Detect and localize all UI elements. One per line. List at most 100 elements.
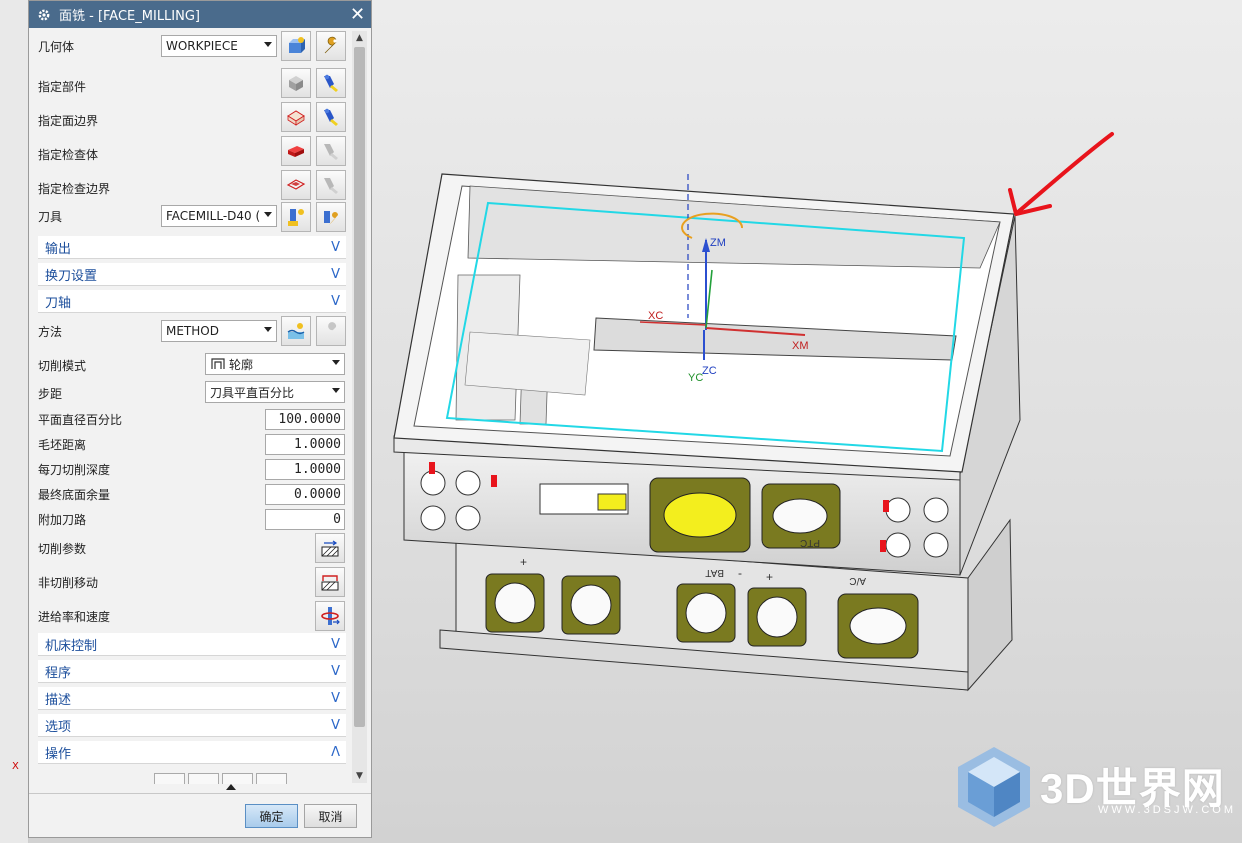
svg-text:+: + bbox=[520, 555, 527, 569]
method-select[interactable]: METHOD bbox=[161, 320, 277, 342]
section-actions-label: 操作 bbox=[45, 746, 72, 762]
tool-select[interactable]: FACEMILL-D40 ( bbox=[161, 205, 277, 227]
display-part-button[interactable] bbox=[316, 68, 346, 98]
blank-distance-input[interactable]: 1.0000 bbox=[265, 434, 345, 455]
chevron-down-icon: V bbox=[331, 637, 340, 652]
chevron-down-icon: V bbox=[331, 718, 340, 733]
dialog-footer: 确定 取消 bbox=[29, 793, 371, 838]
generate-button[interactable] bbox=[154, 773, 185, 784]
svg-text:XC: XC bbox=[648, 310, 663, 322]
scrollbar-thumb[interactable] bbox=[354, 47, 365, 727]
flashlight-icon bbox=[324, 108, 338, 126]
gear-icon bbox=[38, 9, 50, 20]
scroll-down-icon[interactable]: ▼ bbox=[352, 769, 367, 783]
logo-url: WWW.3DSJW.COM bbox=[1098, 804, 1236, 816]
ok-button[interactable]: 确定 bbox=[245, 804, 298, 828]
cut-pattern-value: 轮廓 bbox=[229, 357, 254, 372]
new-method-button[interactable] bbox=[281, 316, 311, 346]
section-options-label: 选项 bbox=[45, 719, 72, 735]
method-new-icon bbox=[287, 323, 305, 339]
stepover-select[interactable]: 刀具平直百分比 bbox=[205, 381, 345, 403]
dialog-scrollbar[interactable]: ▲ ▼ bbox=[352, 31, 367, 783]
graphics-viewport[interactable]: XC XM YC ZC ZM BAT PTC A/C + + - bbox=[372, 0, 1242, 843]
section-output[interactable]: 输出 V bbox=[38, 236, 346, 259]
part-icon bbox=[289, 76, 303, 91]
select-check-body-button[interactable] bbox=[281, 136, 311, 166]
chevron-down-icon: V bbox=[331, 267, 340, 282]
feeds-speeds-button[interactable] bbox=[315, 601, 345, 631]
select-part-button[interactable] bbox=[281, 68, 311, 98]
scroll-up-icon[interactable]: ▲ bbox=[352, 31, 367, 45]
part-label: 指定部件 bbox=[38, 79, 87, 94]
edit-method-button[interactable] bbox=[316, 316, 346, 346]
new-tool-button[interactable] bbox=[281, 202, 311, 232]
tool-new-icon bbox=[288, 209, 304, 226]
svg-text:ZM: ZM bbox=[710, 237, 726, 249]
flashlight-disabled-icon bbox=[324, 178, 338, 194]
tool-label: 刀具 bbox=[38, 209, 63, 224]
chevron-down-icon: V bbox=[331, 691, 340, 706]
stepover-label: 步距 bbox=[38, 386, 63, 401]
chevron-down-icon[interactable] bbox=[332, 388, 340, 393]
dialog-titlebar[interactable]: 面铣 - [FACE_MILLING] ✕ bbox=[29, 1, 371, 28]
final-floor-stock-input[interactable]: 0.0000 bbox=[265, 484, 345, 505]
verify-button[interactable] bbox=[222, 773, 253, 784]
face-boundary-icon bbox=[287, 110, 305, 126]
check-body-icon bbox=[288, 146, 304, 157]
feeds-speeds-icon bbox=[321, 607, 340, 625]
edit-tool-button[interactable] bbox=[316, 202, 346, 232]
display-check-boundary-button[interactable] bbox=[316, 170, 346, 200]
chevron-down-icon: V bbox=[331, 664, 340, 679]
display-check-body-button[interactable] bbox=[316, 136, 346, 166]
geometry-select[interactable]: WORKPIECE bbox=[161, 35, 277, 57]
section-tool-axis[interactable]: 刀轴 V bbox=[38, 290, 346, 313]
section-tool-change[interactable]: 换刀设置 V bbox=[38, 263, 346, 286]
list-button[interactable] bbox=[256, 773, 287, 784]
non-cutting-moves-icon bbox=[321, 575, 339, 591]
depth-per-cut-label: 每刀切削深度 bbox=[38, 462, 111, 477]
select-face-boundary-button[interactable] bbox=[281, 102, 311, 132]
replay-button[interactable] bbox=[188, 773, 219, 784]
depth-per-cut-input[interactable]: 1.0000 bbox=[265, 459, 345, 480]
section-machine-control[interactable]: 机床控制 V bbox=[38, 633, 346, 656]
geometry-label: 几何体 bbox=[38, 39, 75, 54]
annotation-arrow bbox=[1008, 132, 1114, 216]
graphics-left-strip bbox=[0, 0, 29, 843]
flashlight-icon bbox=[324, 74, 338, 92]
face-boundary-label: 指定面边界 bbox=[38, 113, 99, 128]
svg-text:-: - bbox=[738, 566, 742, 580]
section-options[interactable]: 选项 V bbox=[38, 714, 346, 737]
section-description[interactable]: 描述 V bbox=[38, 687, 346, 710]
svg-text:BAT: BAT bbox=[705, 567, 724, 578]
flat-diameter-pct-input[interactable]: 100.0000 bbox=[265, 409, 345, 430]
cutting-params-button[interactable] bbox=[315, 533, 345, 563]
section-program[interactable]: 程序 V bbox=[38, 660, 346, 683]
non-cutting-moves-button[interactable] bbox=[315, 567, 345, 597]
chevron-up-icon: Λ bbox=[331, 745, 340, 760]
display-face-boundary-button[interactable] bbox=[316, 102, 346, 132]
extra-passes-label: 附加刀路 bbox=[38, 512, 87, 527]
section-output-label: 输出 bbox=[45, 241, 72, 257]
section-actions[interactable]: 操作 Λ bbox=[38, 741, 346, 764]
feeds-speeds-label: 进给率和速度 bbox=[38, 609, 111, 624]
flashlight-disabled-icon bbox=[324, 144, 338, 160]
expand-grip-icon[interactable] bbox=[226, 784, 236, 790]
section-description-label: 描述 bbox=[45, 692, 72, 708]
close-icon[interactable]: ✕ bbox=[344, 1, 371, 28]
cut-pattern-select[interactable]: 轮廓 bbox=[205, 353, 345, 375]
edit-geometry-button[interactable] bbox=[316, 31, 346, 61]
select-check-boundary-button[interactable] bbox=[281, 170, 311, 200]
tool-value: FACEMILL-D40 ( bbox=[166, 209, 261, 223]
svg-text:XM: XM bbox=[792, 340, 809, 352]
section-machine-control-label: 机床控制 bbox=[45, 638, 98, 654]
chevron-down-icon[interactable] bbox=[332, 360, 340, 365]
chevron-down-icon[interactable] bbox=[264, 42, 272, 47]
cancel-button[interactable]: 取消 bbox=[304, 804, 357, 828]
face-milling-dialog: 面铣 - [FACE_MILLING] ✕ 几何体 WORKPIECE 指定部件… bbox=[28, 0, 372, 838]
x-axis-indicator: X bbox=[12, 761, 19, 772]
new-geometry-button[interactable] bbox=[281, 31, 311, 61]
chevron-down-icon[interactable] bbox=[264, 327, 272, 332]
flat-diameter-pct-label: 平面直径百分比 bbox=[38, 412, 123, 427]
extra-passes-input[interactable]: 0 bbox=[265, 509, 345, 530]
chevron-down-icon[interactable] bbox=[264, 212, 272, 217]
